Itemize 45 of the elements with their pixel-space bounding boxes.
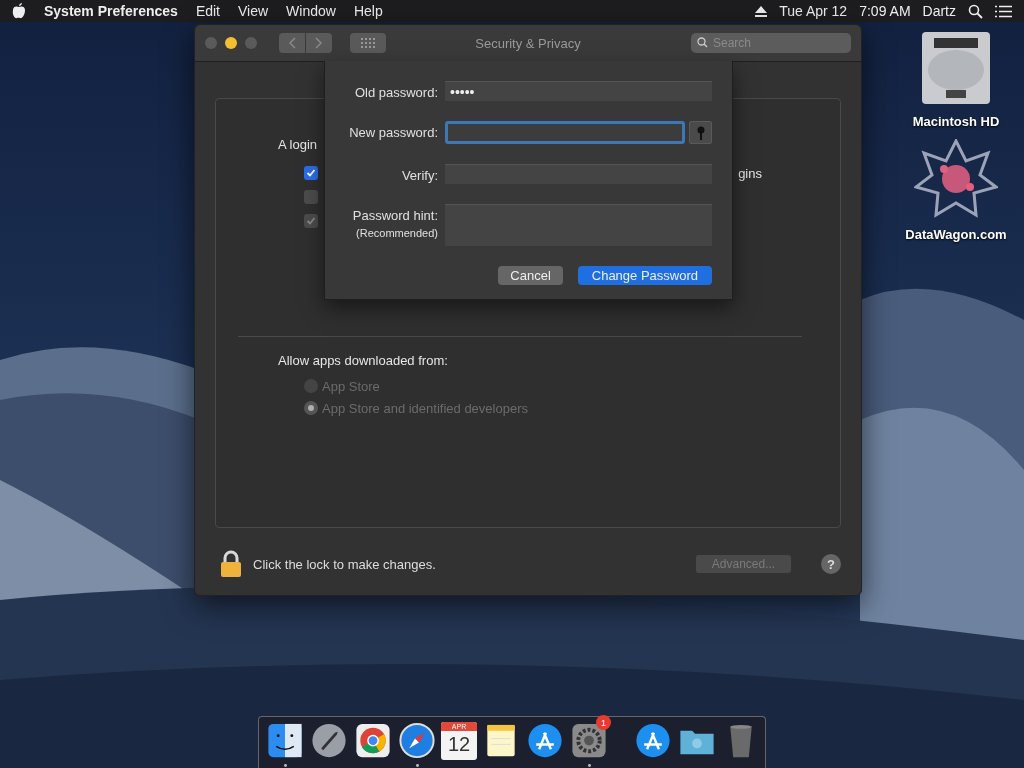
lock-message: Click the lock to make changes. — [253, 556, 436, 572]
show-all-button[interactable] — [350, 33, 386, 53]
minimize-button[interactable] — [225, 37, 237, 49]
grid-icon — [361, 38, 375, 48]
menu-clock[interactable]: 7:09 AM — [859, 3, 911, 19]
password-field[interactable] — [445, 121, 685, 144]
help-button[interactable]: ? — [821, 554, 841, 574]
menu-item[interactable]: Edit — [195, 3, 220, 19]
compass-icon[interactable] — [397, 721, 437, 761]
section-heading: Allow apps downloaded from: — [278, 353, 448, 368]
app-menu[interactable]: System Preferences — [44, 3, 178, 19]
menu-item[interactable]: Help — [353, 3, 383, 19]
field-label: Verify: — [401, 168, 438, 183]
section-heading: A login — [278, 137, 318, 152]
field-label: New password: — [349, 125, 438, 140]
user-menu[interactable]: Dartz — [922, 3, 956, 19]
menu-date[interactable]: Tue Apr 12 — [779, 3, 848, 19]
password-field[interactable]: ••••• — [445, 81, 712, 101]
field-sublabel: (Recommended) — [356, 227, 438, 239]
window-title: Security & Privacy — [475, 35, 581, 51]
apple-icon[interactable] — [12, 3, 26, 19]
checkbox[interactable] — [304, 166, 318, 180]
password-field[interactable] — [445, 204, 712, 246]
change-password-button[interactable]: Change Password — [577, 266, 712, 285]
desktop-icon-label[interactable]: Macintosh HD — [912, 114, 1000, 129]
field-label: Old password: — [354, 85, 438, 100]
lock-icon[interactable] — [219, 550, 243, 578]
menu-item[interactable]: Window — [286, 3, 336, 19]
key-icon — [696, 125, 705, 140]
chevron-left-icon — [288, 37, 296, 49]
search-icon — [697, 37, 708, 48]
field-label: Password hint: — [352, 208, 438, 223]
option-label: gins — [738, 165, 762, 181]
desktop-icon-label[interactable]: DataWagon.com — [905, 227, 1007, 242]
list-icon[interactable] — [995, 4, 1012, 18]
chevron-right-icon — [315, 37, 323, 49]
star-pattern-icon[interactable] — [914, 139, 998, 219]
search-icon[interactable] — [968, 3, 983, 19]
menu-item[interactable]: View — [238, 3, 269, 19]
hard-drive-icon[interactable] — [920, 30, 992, 106]
password-field[interactable] — [445, 164, 712, 184]
eject-icon[interactable] — [755, 5, 768, 17]
key-button[interactable] — [689, 121, 712, 144]
cancel-button[interactable]: Cancel — [498, 266, 563, 285]
calendar-day: 12 — [447, 731, 471, 757]
